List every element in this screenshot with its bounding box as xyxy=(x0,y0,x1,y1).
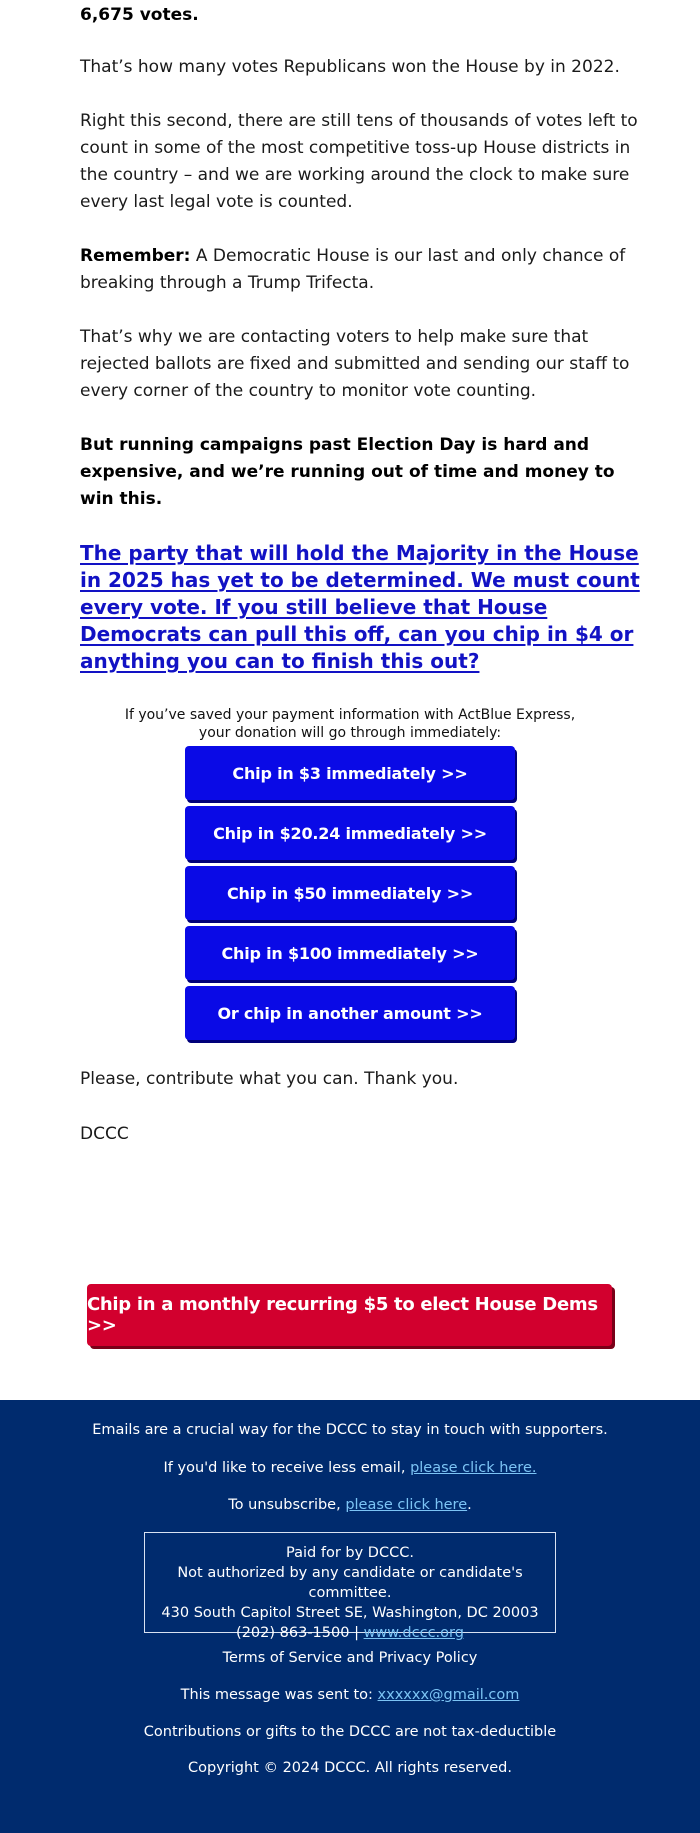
less-email-text: If you'd like to receive less email, xyxy=(163,1460,411,1476)
unsubscribe-suffix: . xyxy=(467,1497,472,1513)
unsubscribe-link[interactable]: please click here xyxy=(345,1497,467,1513)
actblue-express-note: If you’ve saved your payment information… xyxy=(100,706,600,742)
copyright: Copyright © 2024 DCCC. All rights reserv… xyxy=(188,1760,512,1776)
chip-in-other-amount-button[interactable]: Or chip in another amount >> xyxy=(185,986,515,1040)
unsubscribe-text: To unsubscribe, xyxy=(228,1497,346,1513)
footer-unsubscribe: To unsubscribe, please click here. xyxy=(0,1495,700,1515)
paragraph-remember: Remember: A Democratic House is our last… xyxy=(80,243,640,297)
paragraph-margin: That’s how many votes Republicans won th… xyxy=(80,57,620,77)
signature: DCCC xyxy=(80,1124,129,1144)
disclaimer-phone: (202) 863-1500 | xyxy=(236,1625,364,1641)
footer: Emails are a crucial way for the DCCC to… xyxy=(0,1400,700,1833)
tax-deductible-note: Contributions or gifts to the DCCC are n… xyxy=(143,1724,557,1740)
remember-label: Remember: xyxy=(80,246,191,266)
footer-intro: Emails are a crucial way for the DCCC to… xyxy=(92,1422,608,1438)
donation-ask-link[interactable]: The party that will hold the Majority in… xyxy=(80,540,640,675)
paragraph-contacting-voters: That’s why we are contacting voters to h… xyxy=(80,327,630,401)
chip-in-50-button[interactable]: Chip in $50 immediately >> xyxy=(185,866,515,920)
express-note-line-2: your donation will go through immediatel… xyxy=(198,725,502,741)
sent-to-text: This message was sent to: xyxy=(180,1687,378,1703)
email-page: 6,675 votes. That’s how many votes Repub… xyxy=(0,0,700,1833)
disclaimer-contact: (202) 863-1500 | www.dccc.org xyxy=(145,1623,555,1643)
chip-in-100-button[interactable]: Chip in $100 immediately >> xyxy=(185,926,515,980)
paid-for-disclaimer: Paid for by DCCC. Not authorized by any … xyxy=(144,1532,556,1641)
headline: 6,675 votes. xyxy=(80,5,199,25)
paragraph-running-out: But running campaigns past Election Day … xyxy=(80,435,615,509)
disclaimer-paid-for: Paid for by DCCC. xyxy=(286,1545,414,1561)
chip-in-3-button[interactable]: Chip in $3 immediately >> xyxy=(185,746,515,800)
express-note-line-1: If you’ve saved your payment information… xyxy=(124,707,576,723)
paragraph-votes-left: Right this second, there are still tens … xyxy=(80,111,638,212)
closing-text: Please, contribute what you can. Thank y… xyxy=(80,1069,459,1089)
footer-less-email: If you'd like to receive less email, ple… xyxy=(0,1458,700,1478)
disclaimer-not-authorized: Not authorized by any candidate or candi… xyxy=(177,1565,523,1601)
terms-privacy[interactable]: Terms of Service and Privacy Policy xyxy=(0,1648,700,1668)
disclaimer-address: 430 South Capitol Street SE, Washington,… xyxy=(161,1605,539,1621)
footer-sent-to: This message was sent to: xxxxxx@gmail.c… xyxy=(0,1685,700,1705)
chip-in-20-24-button[interactable]: Chip in $20.24 immediately >> xyxy=(185,806,515,860)
website-link[interactable]: www.dccc.org xyxy=(364,1625,464,1641)
less-email-link[interactable]: please click here. xyxy=(410,1460,536,1476)
recipient-email-link[interactable]: xxxxxx@gmail.com xyxy=(378,1687,520,1703)
monthly-recurring-button[interactable]: Chip in a monthly recurring $5 to elect … xyxy=(87,1284,612,1346)
